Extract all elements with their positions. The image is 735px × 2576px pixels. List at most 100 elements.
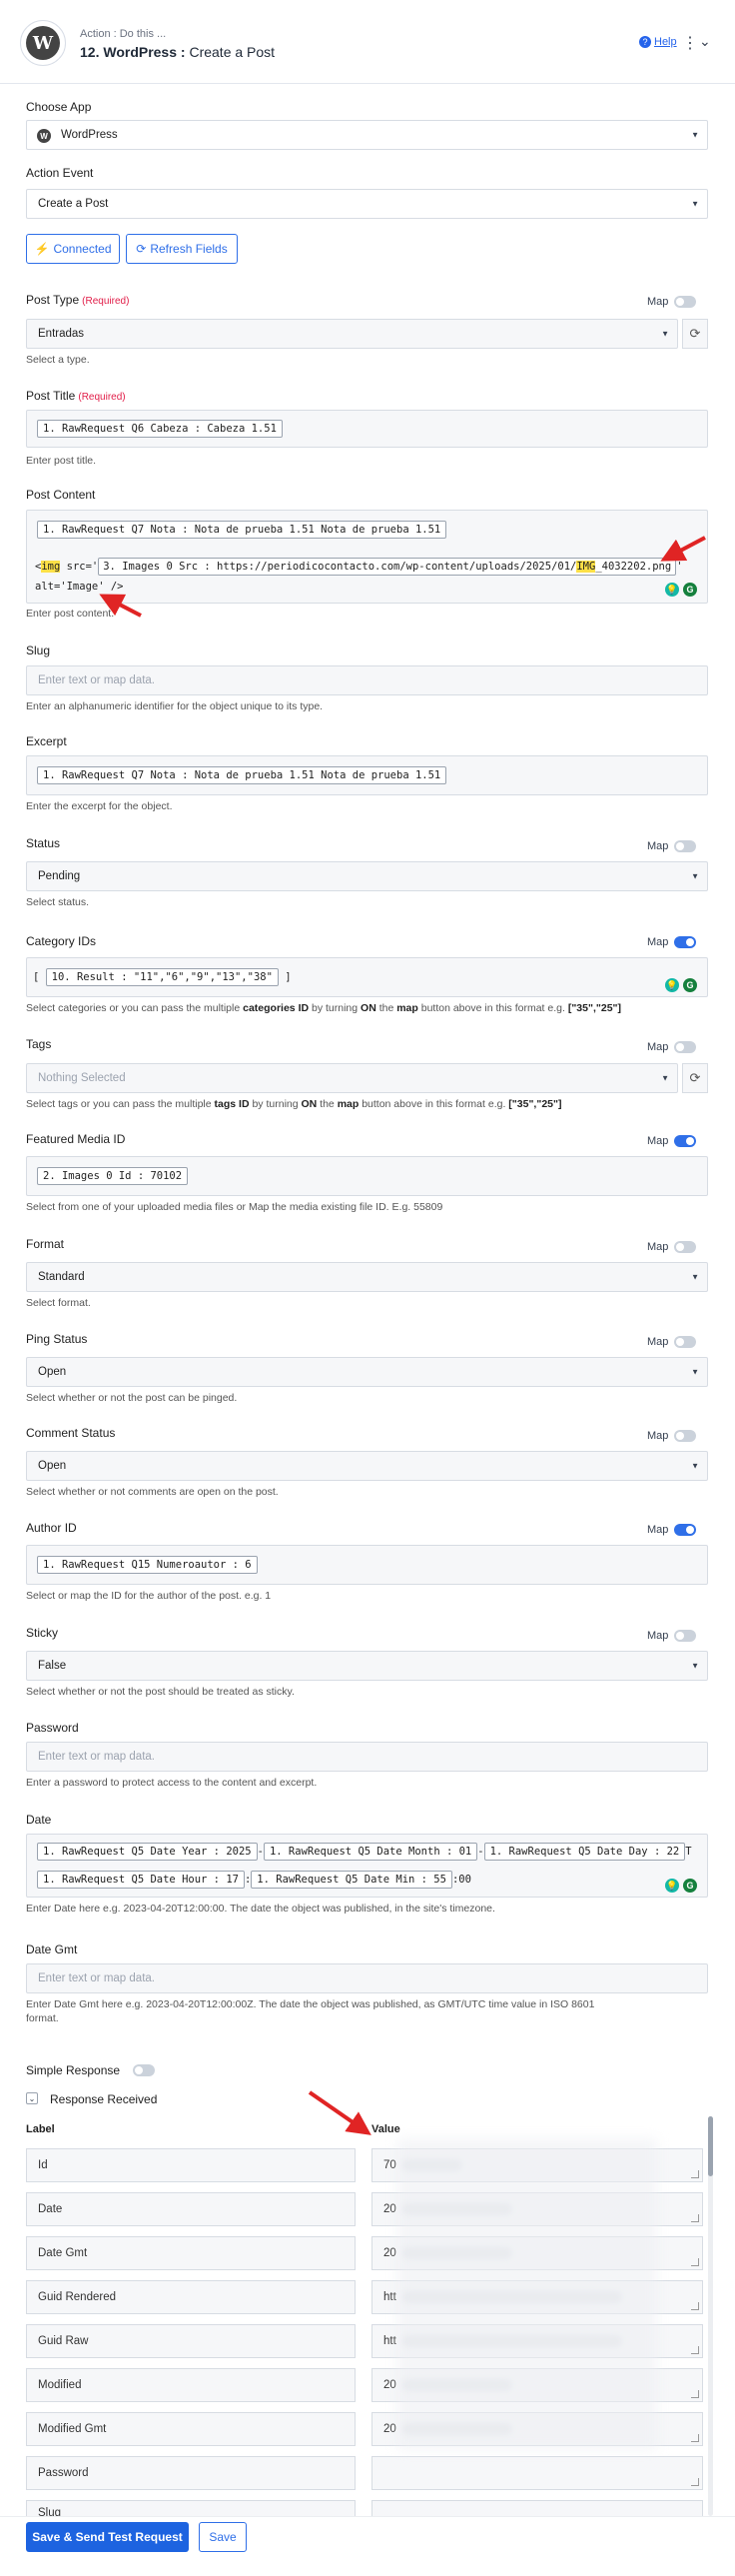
featured-media-field[interactable]: 2. Images 0 Id : 70102 <box>26 1156 708 1196</box>
category-ids-label: Category IDs <box>26 934 97 948</box>
mapped-data-chip[interactable]: 1. RawRequest Q5 Date Min : 55 <box>251 1871 452 1889</box>
format-hint: Select format. <box>26 1297 91 1309</box>
grammarly-icon[interactable]: G <box>683 1879 697 1893</box>
sticky-hint: Select whether or not the post should be… <box>26 1686 295 1698</box>
status-label: Status <box>26 836 61 850</box>
redaction-overlay <box>397 2138 657 2450</box>
resize-handle-icon[interactable] <box>691 2214 699 2222</box>
response-row-label: Password <box>26 2456 356 2490</box>
response-row-label: Modified <box>26 2368 356 2402</box>
tags-label: Tags <box>26 1037 52 1051</box>
toggle-switch[interactable] <box>674 1430 697 1442</box>
ping-status-label: Ping Status <box>26 1332 88 1346</box>
date-gmt-label: Date Gmt <box>26 1942 78 1956</box>
category-ids-map-toggle[interactable]: Map <box>647 936 697 948</box>
category-ids-field[interactable]: [ 10. Result : "11","6","9","13","38" ] … <box>26 957 708 997</box>
comment-status-label: Comment Status <box>26 1426 116 1440</box>
simple-response-label: Simple Response <box>26 2063 121 2077</box>
mapped-data-chip[interactable]: 1. RawRequest Q5 Date Year : 2025 <box>37 1843 258 1861</box>
tags-select[interactable]: Nothing Selected ▼ <box>26 1063 678 1093</box>
mapped-data-chip[interactable]: 1. RawRequest Q5 Date Month : 01 <box>263 1843 478 1861</box>
response-scrollbar-track[interactable] <box>708 2116 713 2516</box>
password-input[interactable]: Enter text or map data. <box>26 1742 708 1772</box>
response-row-label: Id <box>26 2148 356 2182</box>
toggle-switch[interactable] <box>674 1524 697 1536</box>
caret-down-icon: ▼ <box>691 871 699 881</box>
excerpt-label: Excerpt <box>26 734 67 748</box>
refresh-icon: ⟳ <box>689 1070 701 1085</box>
mapped-data-chip[interactable]: 10. Result : "11","6","9","13","38" <box>45 968 279 986</box>
tags-map-toggle[interactable]: Map <box>647 1041 697 1053</box>
comment-status-hint: Select whether or not comments are open … <box>26 1486 279 1498</box>
date-hint: Enter Date here e.g. 2023-04-20T12:00:00… <box>26 1903 495 1915</box>
response-received-label: Response Received <box>50 2092 158 2106</box>
toggle-switch[interactable] <box>674 1630 697 1642</box>
format-label: Format <box>26 1237 65 1251</box>
collapse-response-toggle[interactable]: ⌄ <box>26 2092 38 2104</box>
grammarly-icon[interactable]: G <box>683 978 697 992</box>
toggle-switch[interactable] <box>674 1041 697 1053</box>
featured-media-map-toggle[interactable]: Map <box>647 1135 697 1147</box>
lightbulb-icon[interactable]: 💡 <box>665 1879 679 1893</box>
toggle-switch[interactable] <box>674 1135 697 1147</box>
simple-response-toggle[interactable] <box>133 2064 155 2076</box>
mapped-data-chip[interactable]: 1. RawRequest Q15 Numeroautor : 6 <box>37 1556 258 1574</box>
ping-status-map-toggle[interactable]: Map <box>647 1336 697 1348</box>
status-select[interactable]: Pending ▼ <box>26 861 708 891</box>
date-gmt-input[interactable]: Enter text or map data. <box>26 1963 708 1993</box>
excerpt-field[interactable]: 1. RawRequest Q7 Nota : Nota de prueba 1… <box>26 755 708 795</box>
resize-handle-icon[interactable] <box>691 2478 699 2486</box>
lightbulb-icon[interactable]: 💡 <box>665 978 679 992</box>
featured-media-label: Featured Media ID <box>26 1132 126 1146</box>
caret-down-icon: ▼ <box>691 1661 699 1671</box>
mapped-data-chip[interactable]: 2. Images 0 Id : 70102 <box>37 1167 189 1185</box>
toggle-switch[interactable] <box>674 1336 697 1348</box>
comment-status-map-toggle[interactable]: Map <box>647 1430 697 1442</box>
tags-refresh-button[interactable]: ⟳ <box>682 1063 708 1093</box>
resize-handle-icon[interactable] <box>691 2258 699 2266</box>
annotation-arrow <box>99 594 142 618</box>
status-map-toggle[interactable]: Map <box>647 840 697 852</box>
comment-status-select[interactable]: Open ▼ <box>26 1451 708 1481</box>
format-map-toggle[interactable]: Map <box>647 1241 697 1253</box>
featured-media-hint: Select from one of your uploaded media f… <box>26 1201 443 1213</box>
author-id-map-toggle[interactable]: Map <box>647 1524 697 1536</box>
toggle-switch[interactable] <box>674 840 697 852</box>
caret-down-icon: ▼ <box>661 1073 669 1083</box>
sticky-select[interactable]: False ▼ <box>26 1651 708 1681</box>
response-scrollbar-thumb[interactable] <box>708 2116 713 2176</box>
sticky-map-toggle[interactable]: Map <box>647 1630 697 1642</box>
save-and-send-test-button[interactable]: Save & Send Test Request <box>26 2522 189 2552</box>
response-row-label: Guid Rendered <box>26 2280 356 2314</box>
response-row-value[interactable] <box>371 2456 703 2490</box>
save-button[interactable]: Save <box>199 2522 247 2552</box>
date-gmt-hint-2: format. <box>26 2012 59 2024</box>
resize-handle-icon[interactable] <box>691 2390 699 2398</box>
caret-down-icon: ▼ <box>691 1461 699 1471</box>
mapped-data-chip[interactable]: 1. RawRequest Q5 Date Hour : 17 <box>37 1871 245 1889</box>
response-row-label: Date <box>26 2192 356 2226</box>
resize-handle-icon[interactable] <box>691 2170 699 2178</box>
toggle-switch[interactable] <box>674 1241 697 1253</box>
format-select[interactable]: Standard ▼ <box>26 1262 708 1292</box>
date-field[interactable]: 1. RawRequest Q5 Date Year : 2025-1. Raw… <box>26 1834 708 1898</box>
author-id-hint: Select or map the ID for the author of t… <box>26 1590 272 1602</box>
tags-hint: Select tags or you can pass the multiple… <box>26 1098 562 1110</box>
response-label-header: Label <box>26 2123 55 2135</box>
response-row-label: Guid Raw <box>26 2324 356 2358</box>
mapped-data-chip[interactable]: 1. RawRequest Q7 Nota : Nota de prueba 1… <box>37 766 447 784</box>
excerpt-hint: Enter the excerpt for the object. <box>26 800 173 812</box>
resize-handle-icon[interactable] <box>691 2302 699 2310</box>
slug-input[interactable]: Enter text or map data. <box>26 665 708 695</box>
ping-status-select[interactable]: Open ▼ <box>26 1357 708 1387</box>
resize-handle-icon[interactable] <box>691 2434 699 2442</box>
password-hint: Enter a password to protect access to th… <box>26 1777 318 1789</box>
toggle-switch[interactable] <box>674 936 697 948</box>
mapped-data-chip[interactable]: 1. RawRequest Q5 Date Day : 22 <box>483 1843 686 1861</box>
response-row-label: Modified Gmt <box>26 2412 356 2446</box>
slug-hint: Enter an alphanumeric identifier for the… <box>26 700 324 712</box>
caret-down-icon: ▼ <box>691 1272 699 1282</box>
resize-handle-icon[interactable] <box>691 2346 699 2354</box>
date-label: Date <box>26 1813 52 1827</box>
author-id-field[interactable]: 1. RawRequest Q15 Numeroautor : 6 <box>26 1545 708 1585</box>
